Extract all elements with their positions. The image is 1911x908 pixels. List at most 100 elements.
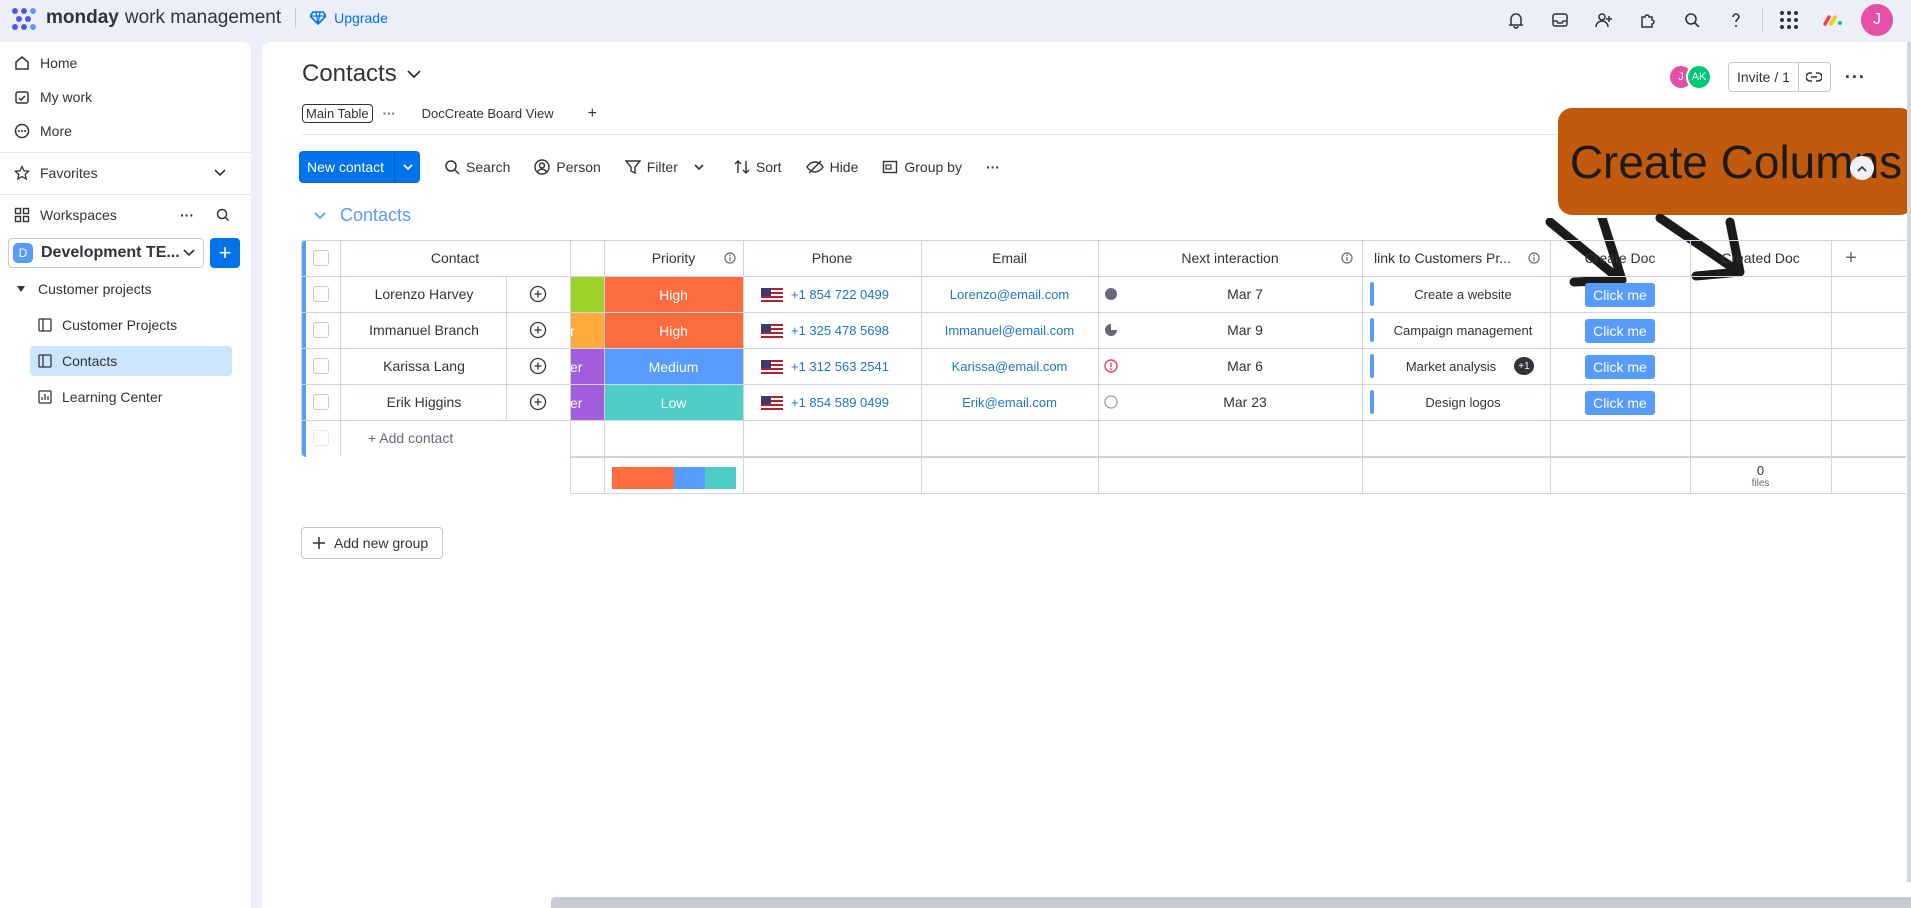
created-doc-cell[interactable] (1690, 276, 1831, 312)
priority-info-icon[interactable] (724, 252, 736, 264)
select-all-checkbox[interactable] (301, 240, 340, 276)
app-grid-icon[interactable] (1767, 4, 1811, 36)
avatar[interactable]: AK (1686, 64, 1712, 90)
priority-summary-segment[interactable] (612, 467, 674, 489)
search-button[interactable]: Search (444, 159, 510, 175)
type-status-cell[interactable] (570, 277, 604, 312)
folder-customer-projects[interactable]: Customer projects (16, 274, 152, 304)
help-icon[interactable] (1714, 4, 1758, 36)
apps-puzzle-icon[interactable] (1626, 4, 1670, 36)
click-me-button[interactable]: Click me (1585, 283, 1655, 307)
workspace-selector[interactable]: D Development TE... (8, 238, 204, 268)
email-cell[interactable]: Lorenzo@email.com (921, 276, 1098, 312)
tab-main-table[interactable]: Main Table (302, 104, 373, 123)
sidebar-item-my-work[interactable]: My work (14, 84, 92, 110)
add-new-group-button[interactable]: Add new group (301, 527, 443, 559)
sidebar-item-more[interactable]: More (14, 118, 72, 144)
email-cell[interactable]: Karissa@email.com (921, 348, 1098, 384)
search-icon[interactable] (1670, 4, 1714, 36)
alert-circle-icon[interactable] (1104, 359, 1118, 373)
type-status-cell[interactable]: er (570, 385, 604, 420)
add-update-icon[interactable] (529, 357, 547, 375)
invite-button[interactable]: Invite / 1 (1728, 62, 1831, 92)
linked-item[interactable]: Campaign management (1376, 312, 1550, 348)
contact-name[interactable]: Lorenzo Harvey (340, 276, 508, 312)
priority-summary-segment[interactable] (705, 467, 736, 489)
contact-name[interactable]: Karissa Lang (340, 348, 508, 384)
column-header-create-doc[interactable]: Create Doc (1550, 240, 1690, 276)
click-me-button[interactable]: Click me (1585, 355, 1655, 379)
sidebar-item-home[interactable]: Home (14, 50, 77, 76)
date-cell[interactable]: Mar 7 (1128, 276, 1362, 312)
column-header-priority[interactable]: Priority (604, 240, 743, 276)
column-header-link[interactable]: link to Customers Pr... (1362, 240, 1550, 276)
priority-status-cell[interactable]: High (604, 313, 743, 348)
brand[interactable]: monday work management Upgrade (10, 6, 388, 30)
person-filter-button[interactable]: Person (534, 159, 601, 175)
type-status-cell[interactable]: er (570, 349, 604, 384)
row-checkbox[interactable] (301, 276, 340, 312)
toolbar-more-icon[interactable]: ··· (986, 159, 1000, 175)
add-item-button[interactable]: + (210, 238, 240, 268)
sidebar-favorites[interactable]: Favorites (14, 160, 236, 186)
add-update-icon[interactable] (529, 321, 547, 339)
priority-status-cell[interactable]: Medium (604, 349, 743, 384)
horizontal-scrollbar[interactable] (551, 897, 1911, 908)
chevron-down-icon[interactable] (394, 151, 420, 183)
tab-doccreate-board-view[interactable]: DocCreate Board View (422, 106, 554, 121)
inbox-icon[interactable] (1538, 4, 1582, 36)
phone-cell[interactable]: +1 854 589 0499 (761, 395, 889, 410)
more-links-badge[interactable]: +1 (1514, 357, 1534, 375)
chevron-down-icon[interactable] (694, 163, 704, 171)
date-cell[interactable]: Mar 6 (1128, 348, 1362, 384)
add-view-button[interactable]: + (588, 105, 597, 123)
column-header-phone[interactable]: Phone (743, 240, 921, 276)
filter-button[interactable]: Filter (624, 159, 710, 175)
user-avatar[interactable]: J (1861, 4, 1893, 36)
empty-circle-icon[interactable] (1104, 395, 1118, 409)
email-cell[interactable]: Erik@email.com (921, 384, 1098, 420)
column-header-created-doc[interactable]: Created Doc (1690, 240, 1831, 276)
board-title[interactable]: Contacts (302, 60, 421, 88)
status-circle-icon[interactable] (1104, 287, 1118, 301)
contact-name[interactable]: Immanuel Branch (340, 312, 508, 348)
phone-cell[interactable]: +1 312 563 2541 (761, 359, 889, 374)
group-by-button[interactable]: Group by (882, 159, 962, 175)
copy-link-icon[interactable] (1797, 62, 1830, 92)
group-header[interactable]: Contacts (314, 205, 411, 226)
vertical-scrollbar[interactable] (1907, 42, 1911, 882)
sidebar-item-customer-projects[interactable]: Customer Projects (30, 310, 232, 340)
date-cell[interactable]: Mar 23 (1128, 384, 1362, 420)
add-contact-input[interactable]: + Add contact (368, 420, 453, 456)
row-checkbox[interactable] (301, 384, 340, 420)
row-checkbox[interactable] (301, 348, 340, 384)
hide-button[interactable]: Hide (805, 159, 858, 175)
linked-item[interactable]: Design logos (1376, 384, 1550, 420)
status-partial-icon[interactable] (1104, 323, 1118, 337)
contact-name[interactable]: Erik Higgins (340, 384, 508, 420)
sidebar-item-learning-center[interactable]: Learning Center (30, 382, 232, 412)
phone-cell[interactable]: +1 325 478 5698 (761, 323, 889, 338)
column-header-email[interactable]: Email (921, 240, 1098, 276)
linked-item[interactable]: Market analysis (1376, 348, 1526, 384)
created-doc-cell[interactable] (1690, 312, 1831, 348)
tab-options-icon[interactable]: ··· (383, 106, 396, 121)
new-contact-button[interactable]: New contact (299, 151, 421, 183)
phone-cell[interactable]: +1 854 722 0499 (761, 287, 889, 302)
created-doc-cell[interactable] (1690, 384, 1831, 420)
created-doc-cell[interactable] (1690, 348, 1831, 384)
next-interaction-info-icon[interactable] (1341, 252, 1353, 264)
column-header-next-interaction[interactable]: Next interaction (1098, 240, 1362, 276)
row-checkbox[interactable] (301, 312, 340, 348)
monday-products-icon[interactable] (1811, 4, 1855, 36)
link-info-icon[interactable] (1528, 252, 1540, 264)
add-column-icon[interactable]: + (1831, 240, 1871, 276)
email-cell[interactable]: Immanuel@email.com (921, 312, 1098, 348)
workspaces-more-icon[interactable]: ··· (180, 207, 194, 223)
sidebar-item-contacts[interactable]: Contacts (30, 346, 232, 376)
priority-status-cell[interactable]: High (604, 277, 743, 312)
collapse-header-icon[interactable] (1850, 156, 1874, 180)
sidebar-workspaces[interactable]: Workspaces ··· (14, 202, 236, 228)
add-update-icon[interactable] (529, 285, 547, 303)
linked-item[interactable]: Create a website (1376, 276, 1550, 312)
